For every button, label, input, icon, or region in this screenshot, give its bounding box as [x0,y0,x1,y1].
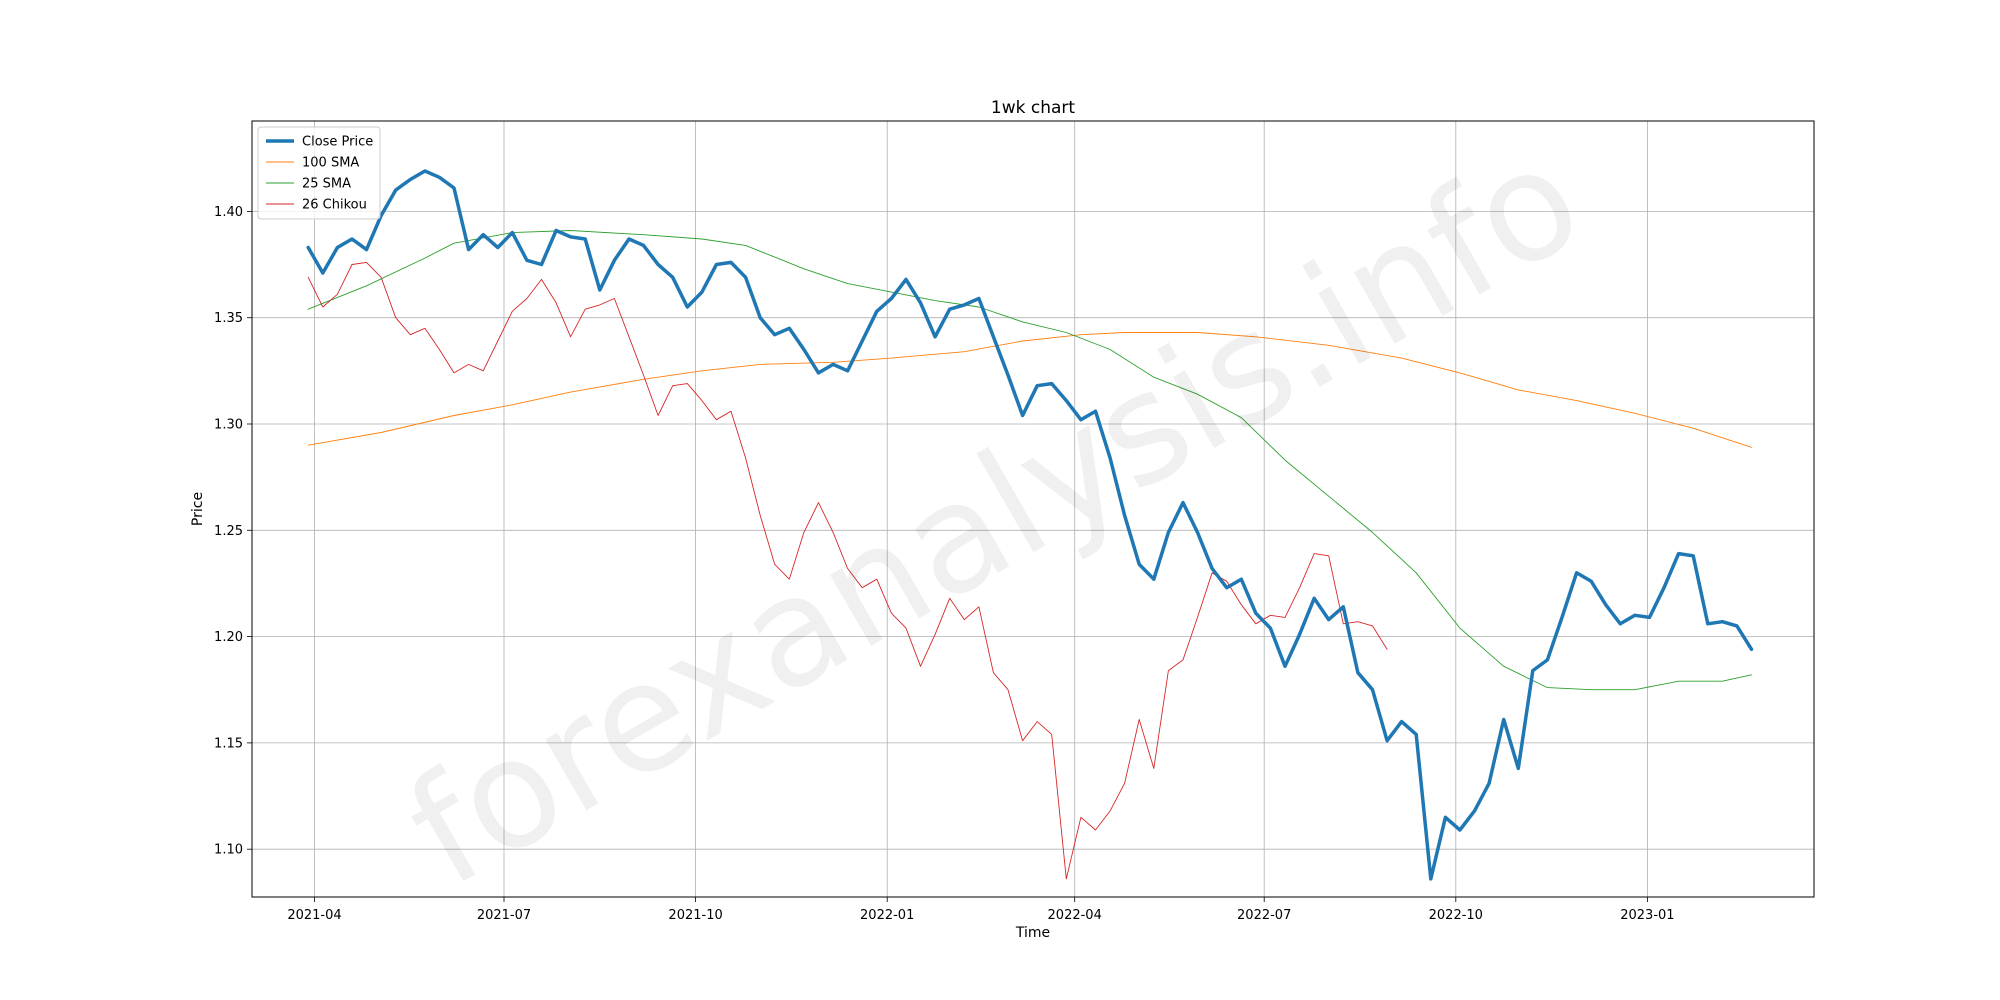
y-axis-label: Price [190,492,206,526]
y-tick-label: 1.35 [214,311,243,326]
chart-title: 1wk chart [991,98,1075,118]
x-tick-label: 2022-10 [1429,908,1483,923]
y-tick-label: 1.40 [214,205,243,220]
x-tick-label: 2023-01 [1620,908,1674,923]
y-tick-label: 1.25 [214,524,243,539]
x-tick-label: 2021-10 [668,908,722,923]
legend-label-close-price: Close Price [302,135,373,150]
y-tick-label: 1.10 [214,843,243,858]
y-tick-label: 1.30 [214,418,243,433]
legend: Close Price 100 SMA 25 SMA 26 Chikou [257,126,381,220]
x-tick-label: 2021-07 [477,908,531,923]
y-tick-label: 1.15 [214,736,243,751]
y-tick-label: 1.20 [214,630,243,645]
legend-label-26-chikou: 26 Chikou [302,198,367,213]
x-tick-label: 2022-01 [860,908,914,923]
chart-canvas: 1wk chart forexanalysis.info 2021-04 2021… [0,0,2000,1000]
legend-label-25-sma: 25 SMA [302,177,351,192]
x-tick-label: 2021-04 [287,908,341,923]
legend-label-100-sma: 100 SMA [302,156,359,171]
x-tick-label: 2022-07 [1237,908,1291,923]
x-tick-label: 2022-04 [1048,908,1102,923]
x-axis-label: Time [1015,925,1050,941]
